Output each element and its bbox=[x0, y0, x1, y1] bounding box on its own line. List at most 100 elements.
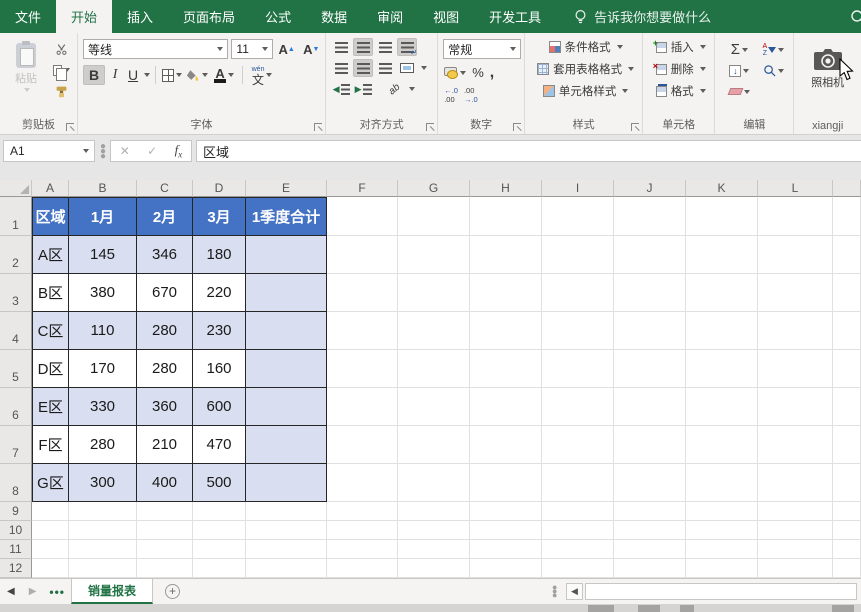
cell-C12[interactable] bbox=[137, 559, 193, 578]
dialog-launcher-styles[interactable] bbox=[631, 123, 639, 131]
view-normal-button[interactable] bbox=[588, 605, 614, 612]
cell-C7[interactable]: 210 bbox=[137, 426, 193, 464]
cell-I5[interactable] bbox=[542, 350, 614, 388]
insert-cells-button[interactable]: 插入 bbox=[646, 36, 711, 58]
cell-F1[interactable] bbox=[327, 197, 398, 236]
cell-I12[interactable] bbox=[542, 559, 614, 578]
cell-G12[interactable] bbox=[398, 559, 470, 578]
cell-F4[interactable] bbox=[327, 312, 398, 350]
column-header-L[interactable]: L bbox=[758, 180, 833, 197]
underline-dropdown-arrow[interactable] bbox=[144, 73, 150, 77]
cell-L2[interactable] bbox=[758, 236, 833, 274]
cell-J1[interactable] bbox=[614, 197, 686, 236]
column-header-G[interactable]: G bbox=[398, 180, 470, 197]
format-painter-button[interactable] bbox=[49, 82, 73, 100]
cell-H1[interactable] bbox=[470, 197, 542, 236]
cell-G11[interactable] bbox=[398, 540, 470, 559]
conditional-formatting-button[interactable]: 条件格式 bbox=[528, 36, 639, 58]
tell-me-box[interactable]: 告诉我你想要做什么 bbox=[556, 0, 711, 33]
sheet-tab-active[interactable]: 销量报表 bbox=[71, 579, 153, 604]
cell-L8[interactable] bbox=[758, 464, 833, 502]
cell-G1[interactable] bbox=[398, 197, 470, 236]
row-header-9[interactable]: 9 bbox=[0, 502, 32, 521]
cell-F7[interactable] bbox=[327, 426, 398, 464]
cell-H6[interactable] bbox=[470, 388, 542, 426]
decrease-indent-button[interactable]: ◀ bbox=[331, 80, 351, 98]
cell-E1[interactable]: 1季度合计 bbox=[246, 197, 327, 236]
cell-D10[interactable] bbox=[193, 521, 246, 540]
cell-C5[interactable]: 280 bbox=[137, 350, 193, 388]
cell-A8[interactable]: G区 bbox=[32, 464, 69, 502]
column-header-K[interactable]: K bbox=[686, 180, 758, 197]
font-family-select[interactable]: 等线 bbox=[83, 39, 228, 59]
cell-I8[interactable] bbox=[542, 464, 614, 502]
cell-K9[interactable] bbox=[686, 502, 758, 521]
column-header-B[interactable]: B bbox=[69, 180, 137, 197]
cell-F12[interactable] bbox=[327, 559, 398, 578]
cell-H10[interactable] bbox=[470, 521, 542, 540]
cell-M12[interactable] bbox=[833, 559, 861, 578]
clear-button[interactable] bbox=[722, 87, 756, 96]
dialog-launcher-font[interactable] bbox=[314, 123, 322, 131]
select-all-corner[interactable] bbox=[0, 180, 32, 197]
cell-B1[interactable]: 1月 bbox=[69, 197, 137, 236]
cell-A11[interactable] bbox=[32, 540, 69, 559]
tab-file[interactable]: 文件 bbox=[0, 0, 56, 33]
cell-J7[interactable] bbox=[614, 426, 686, 464]
cell-H12[interactable] bbox=[470, 559, 542, 578]
align-center-button[interactable] bbox=[353, 59, 373, 77]
formula-bar-handle[interactable]: ●●● bbox=[100, 144, 106, 159]
cell-J2[interactable] bbox=[614, 236, 686, 274]
increase-decimal-button[interactable]: ←.0.00 bbox=[443, 86, 459, 105]
cell-M11[interactable] bbox=[833, 540, 861, 559]
cell-M3[interactable] bbox=[833, 274, 861, 312]
align-middle-button[interactable] bbox=[353, 38, 373, 56]
column-header-F[interactable]: F bbox=[327, 180, 398, 197]
cell-C10[interactable] bbox=[137, 521, 193, 540]
cell-L4[interactable] bbox=[758, 312, 833, 350]
percent-button[interactable]: % bbox=[471, 64, 485, 81]
comma-button[interactable]: , bbox=[489, 68, 495, 78]
sort-filter-button[interactable]: AZ bbox=[756, 42, 790, 58]
decrease-font-button[interactable]: A▼ bbox=[300, 39, 322, 59]
decrease-decimal-button[interactable]: .00→.0 bbox=[463, 86, 479, 105]
cell-L10[interactable] bbox=[758, 521, 833, 540]
cell-B11[interactable] bbox=[69, 540, 137, 559]
sheet-list-button[interactable]: ••• bbox=[43, 579, 71, 604]
phonetic-button[interactable]: wén文 bbox=[248, 65, 276, 85]
tab-page-layout[interactable]: 页面布局 bbox=[168, 0, 250, 33]
cell-B4[interactable]: 110 bbox=[69, 312, 137, 350]
cell-J4[interactable] bbox=[614, 312, 686, 350]
cell-I10[interactable] bbox=[542, 521, 614, 540]
hscroll-left-button[interactable]: ◀ bbox=[566, 583, 583, 600]
tab-insert[interactable]: 插入 bbox=[112, 0, 168, 33]
cell-L1[interactable] bbox=[758, 197, 833, 236]
column-header-M[interactable] bbox=[833, 180, 861, 197]
cell-J6[interactable] bbox=[614, 388, 686, 426]
insert-function-icon[interactable]: fx bbox=[175, 142, 183, 160]
orientation-dropdown-arrow[interactable] bbox=[409, 87, 415, 91]
cell-K12[interactable] bbox=[686, 559, 758, 578]
cell-G8[interactable] bbox=[398, 464, 470, 502]
name-box-dropdown-arrow[interactable] bbox=[83, 149, 89, 153]
zoom-control[interactable] bbox=[832, 605, 854, 612]
cell-F9[interactable] bbox=[327, 502, 398, 521]
align-left-button[interactable] bbox=[331, 59, 351, 77]
row-header-12[interactable]: 12 bbox=[0, 559, 32, 578]
cell-A12[interactable] bbox=[32, 559, 69, 578]
cell-G6[interactable] bbox=[398, 388, 470, 426]
cell-G10[interactable] bbox=[398, 521, 470, 540]
cell-E9[interactable] bbox=[246, 502, 327, 521]
cell-F5[interactable] bbox=[327, 350, 398, 388]
cell-A9[interactable] bbox=[32, 502, 69, 521]
merge-center-button[interactable] bbox=[397, 59, 417, 77]
cell-E7[interactable] bbox=[246, 426, 327, 464]
cell-F6[interactable] bbox=[327, 388, 398, 426]
column-header-E[interactable]: E bbox=[246, 180, 327, 197]
cell-M9[interactable] bbox=[833, 502, 861, 521]
cell-B3[interactable]: 380 bbox=[69, 274, 137, 312]
cell-D12[interactable] bbox=[193, 559, 246, 578]
cell-K2[interactable] bbox=[686, 236, 758, 274]
dialog-launcher-clipboard[interactable] bbox=[66, 123, 74, 131]
cell-M7[interactable] bbox=[833, 426, 861, 464]
